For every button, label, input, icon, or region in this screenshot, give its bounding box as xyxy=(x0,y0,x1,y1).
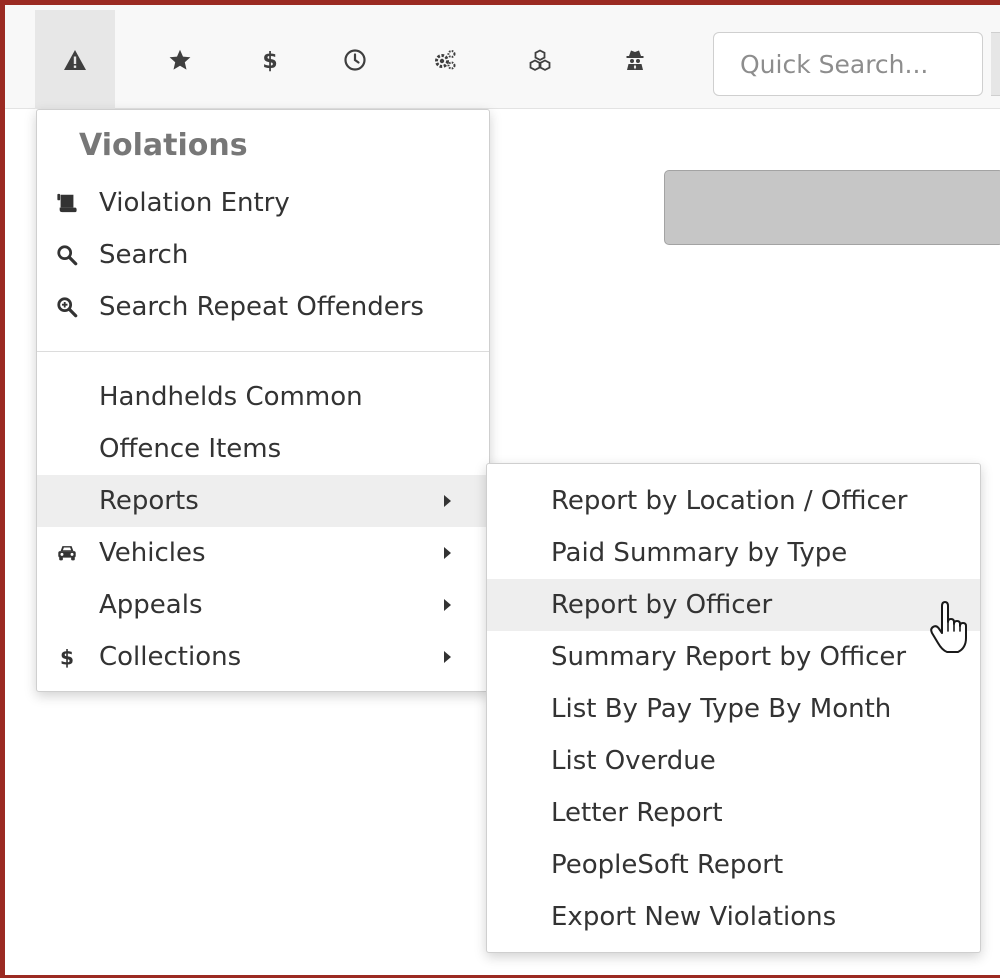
cogs-icon[interactable] xyxy=(405,10,485,109)
submenu-item-label: Report by Location / Officer xyxy=(551,486,908,516)
cubes-icon[interactable] xyxy=(500,10,580,109)
reports-submenu: Report by Location / Officer Paid Summar… xyxy=(486,463,981,953)
submenu-item-report-by-location-officer[interactable]: Report by Location / Officer xyxy=(487,475,980,527)
submenu-item-label: Export New Violations xyxy=(551,902,837,932)
car-icon xyxy=(55,541,79,565)
dollar-icon[interactable]: $ xyxy=(230,10,310,109)
violations-menu: Violations Violation Entry Search Search… xyxy=(36,109,490,692)
quick-search-input[interactable] xyxy=(713,32,983,96)
menu-item-vehicles[interactable]: Vehicles xyxy=(37,527,489,579)
menu-header: Violations xyxy=(79,128,248,163)
caret-right-icon xyxy=(444,599,451,611)
menu-item-handhelds-common[interactable]: Handhelds Common xyxy=(37,371,489,423)
submenu-item-label: Paid Summary by Type xyxy=(551,538,848,568)
clock-icon[interactable] xyxy=(315,10,395,109)
menu-item-label: Vehicles xyxy=(99,538,206,568)
search-plus-icon xyxy=(55,295,79,319)
star-icon[interactable] xyxy=(140,10,220,109)
submenu-item-list-overdue[interactable]: List Overdue xyxy=(487,735,980,787)
search-addon[interactable] xyxy=(991,32,1000,96)
menu-item-label: Search Repeat Offenders xyxy=(99,292,424,322)
user-secret-icon[interactable] xyxy=(595,10,675,109)
menu-item-label: Offence Items xyxy=(99,434,282,464)
menu-item-reports[interactable]: Reports xyxy=(37,475,489,527)
menu-item-label: Violation Entry xyxy=(99,188,290,218)
menu-item-appeals[interactable]: Appeals xyxy=(37,579,489,631)
warning-icon[interactable] xyxy=(35,10,115,109)
caret-right-icon xyxy=(444,547,451,559)
menu-item-collections[interactable]: $ Collections xyxy=(37,631,489,683)
scroll-icon xyxy=(55,191,79,215)
submenu-item-peoplesoft-report[interactable]: PeopleSoft Report xyxy=(487,839,980,891)
svg-text:$: $ xyxy=(262,49,277,72)
menu-item-violation-entry[interactable]: Violation Entry xyxy=(37,177,489,229)
caret-right-icon xyxy=(444,495,451,507)
top-toolbar: $ xyxy=(5,5,1000,109)
menu-item-offence-items[interactable]: Offence Items xyxy=(37,423,489,475)
hand-pointer-cursor-icon xyxy=(930,601,967,653)
submenu-item-label: List Overdue xyxy=(551,746,716,776)
dollar-icon: $ xyxy=(55,645,79,669)
submenu-item-export-new-violations[interactable]: Export New Violations xyxy=(487,891,980,943)
submenu-item-label: Letter Report xyxy=(551,798,723,828)
submenu-item-list-by-pay-type-by-month[interactable]: List By Pay Type By Month xyxy=(487,683,980,735)
submenu-item-report-by-officer[interactable]: Report by Officer xyxy=(487,579,980,631)
menu-item-label: Handhelds Common xyxy=(99,382,363,412)
page-content-bar xyxy=(664,170,1000,245)
menu-item-label: Search xyxy=(99,240,189,270)
menu-item-search[interactable]: Search xyxy=(37,229,489,281)
svg-text:$: $ xyxy=(60,646,74,668)
submenu-item-label: Report by Officer xyxy=(551,590,773,620)
menu-item-search-repeat-offenders[interactable]: Search Repeat Offenders xyxy=(37,281,489,333)
submenu-item-label: PeopleSoft Report xyxy=(551,850,784,880)
submenu-item-paid-summary-by-type[interactable]: Paid Summary by Type xyxy=(487,527,980,579)
submenu-item-label: List By Pay Type By Month xyxy=(551,694,892,724)
submenu-item-letter-report[interactable]: Letter Report xyxy=(487,787,980,839)
submenu-item-summary-report-by-officer[interactable]: Summary Report by Officer xyxy=(487,631,980,683)
caret-right-icon xyxy=(444,651,451,663)
search-icon xyxy=(55,243,79,267)
menu-divider xyxy=(37,351,489,352)
menu-item-label: Collections xyxy=(99,642,242,672)
submenu-item-label: Summary Report by Officer xyxy=(551,642,907,672)
menu-item-label: Reports xyxy=(99,486,199,516)
menu-item-label: Appeals xyxy=(99,590,203,620)
